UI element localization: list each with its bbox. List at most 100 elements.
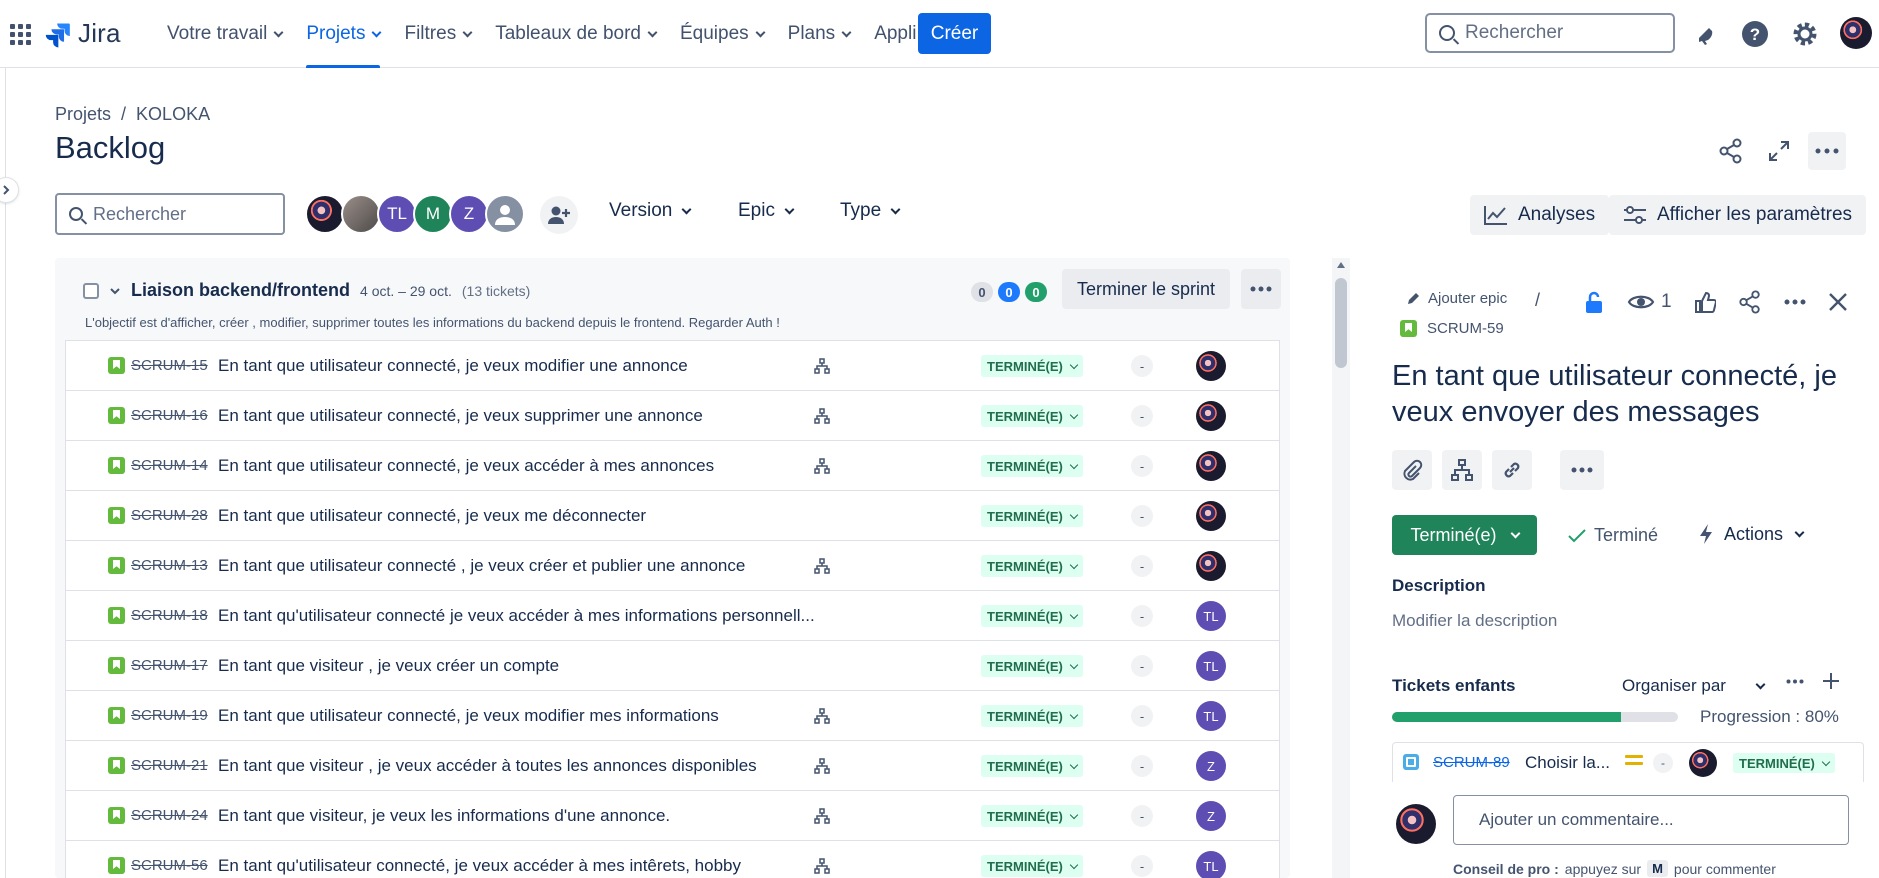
epic-filter[interactable]: Epic [738, 200, 795, 222]
story-points[interactable]: - [1131, 855, 1153, 877]
status-lozenge[interactable]: TERMINÉ(E) [981, 505, 1083, 527]
child-issue-key[interactable]: SCRUM-89 [1433, 754, 1510, 771]
issue-title[interactable]: En tant que utilisateur connecté, je veu… [1392, 358, 1862, 430]
assignee-avatar[interactable]: TL [1196, 701, 1226, 731]
assignee-filter-avatar[interactable] [341, 194, 381, 234]
breadcrumb-project[interactable]: KOLOKA [136, 104, 210, 125]
story-points[interactable]: - [1131, 505, 1153, 527]
expand-sidebar-button[interactable] [0, 178, 18, 202]
global-search[interactable] [1425, 13, 1675, 53]
sprint-select-checkbox[interactable] [83, 282, 99, 299]
table-row[interactable]: SCRUM-18 En tant qu'utilisateur connecté … [66, 591, 1279, 641]
assignee-filter-avatar[interactable] [305, 194, 345, 234]
issue-key-link[interactable]: SCRUM-59 [1400, 320, 1504, 337]
table-row[interactable]: SCRUM-13 En tant que utilisateur connecté… [66, 541, 1279, 591]
issue-key[interactable]: SCRUM-16 [131, 407, 208, 424]
settings-icon[interactable] [1790, 19, 1820, 49]
breadcrumb-projects[interactable]: Projets [55, 104, 111, 125]
notifications-icon[interactable] [1690, 19, 1720, 49]
global-search-input[interactable] [1465, 22, 1655, 44]
more-actions-button[interactable] [1808, 132, 1846, 170]
add-epic-button[interactable]: Ajouter epic [1406, 290, 1507, 307]
table-row[interactable]: SCRUM-14 En tant que utilisateur connecté… [66, 441, 1279, 491]
profile-avatar[interactable] [1840, 17, 1872, 49]
story-points[interactable]: - [1131, 405, 1153, 427]
app-switcher-icon[interactable] [8, 22, 32, 46]
nav-item-2[interactable]: Filtres [392, 0, 483, 68]
chevron-down-icon[interactable] [109, 285, 121, 297]
assignee-avatar[interactable] [1196, 451, 1226, 481]
assignee-avatar[interactable] [1196, 401, 1226, 431]
jira-logo[interactable]: Jira [44, 18, 121, 49]
nav-item-3[interactable]: Tableaux de bord [483, 0, 668, 68]
status-dropdown[interactable]: Terminé(e) [1392, 515, 1537, 555]
watch-button[interactable]: 1 [1627, 291, 1672, 313]
nav-item-0[interactable]: Votre travail [155, 0, 294, 68]
issue-key[interactable]: SCRUM-24 [131, 807, 208, 824]
view-settings-button[interactable]: Afficher les paramètres [1609, 195, 1867, 235]
nav-item-4[interactable]: Équipes [668, 0, 776, 68]
organize-by-dropdown[interactable]: Organiser par [1622, 676, 1766, 696]
thumbs-up-icon[interactable] [1694, 291, 1716, 313]
end-sprint-button[interactable]: Terminer le sprint [1062, 269, 1230, 309]
assignee-avatar[interactable]: Z [1196, 751, 1226, 781]
assignee-avatar[interactable] [1196, 351, 1226, 381]
assignee-avatar[interactable] [1196, 551, 1226, 581]
attach-button[interactable] [1392, 450, 1432, 490]
add-people-button[interactable] [540, 196, 578, 234]
table-row[interactable]: SCRUM-21 En tant que visiteur , je veux a… [66, 741, 1279, 791]
table-row[interactable]: SCRUM-24 En tant que visiteur, je veux le… [66, 791, 1279, 841]
child-issue-row[interactable]: SCRUM-89 Choisir la... - TERMINÉ(E) [1392, 742, 1864, 782]
status-lozenge[interactable]: TERMINÉ(E) [981, 455, 1083, 477]
table-row[interactable]: SCRUM-56 En tant qu'utilisateur connecté,… [66, 841, 1279, 878]
issue-key[interactable]: SCRUM-19 [131, 707, 208, 724]
assignee-filter-avatar[interactable]: Z [449, 194, 489, 234]
status-lozenge[interactable]: TERMINÉ(E) [981, 555, 1083, 577]
actions-dropdown[interactable]: Actions [1698, 523, 1805, 545]
backlog-search-input[interactable] [93, 203, 263, 225]
status-lozenge[interactable]: TERMINÉ(E) [981, 855, 1083, 877]
status-lozenge[interactable]: TERMINÉ(E) [981, 805, 1083, 827]
insights-button[interactable]: Analyses [1470, 195, 1610, 235]
assignee-filter-avatar[interactable] [485, 194, 525, 234]
close-icon[interactable] [1828, 292, 1848, 312]
issue-key[interactable]: SCRUM-15 [131, 357, 208, 374]
assignee-avatar[interactable]: TL [1196, 651, 1226, 681]
table-row[interactable]: SCRUM-17 En tant que visiteur , je veux c… [66, 641, 1279, 691]
share-icon[interactable] [1738, 290, 1762, 314]
backlog-search[interactable] [55, 193, 285, 235]
status-lozenge[interactable]: TERMINÉ(E) [981, 355, 1083, 377]
sprint-more-button[interactable] [1241, 269, 1281, 309]
scroll-thumb[interactable] [1335, 278, 1347, 368]
status-lozenge[interactable]: TERMINÉ(E) [981, 655, 1083, 677]
table-row[interactable]: SCRUM-15 En tant que utilisateur connecté… [66, 341, 1279, 391]
story-points[interactable]: - [1131, 705, 1153, 727]
story-points[interactable]: - [1131, 355, 1153, 377]
create-button[interactable]: Créer [918, 13, 991, 54]
version-filter[interactable]: Version [609, 200, 692, 222]
issue-key[interactable]: SCRUM-28 [131, 507, 208, 524]
issue-key[interactable]: SCRUM-14 [131, 457, 208, 474]
plus-icon[interactable] [1822, 672, 1840, 690]
nav-item-1[interactable]: Projets [294, 0, 392, 68]
backlog-scrollbar[interactable] [1332, 258, 1350, 878]
comment-input[interactable] [1453, 795, 1849, 845]
status-lozenge[interactable]: TERMINÉ(E) [981, 605, 1083, 627]
issue-key[interactable]: SCRUM-21 [131, 757, 208, 774]
table-row[interactable]: SCRUM-19 En tant que utilisateur connecté… [66, 691, 1279, 741]
story-points[interactable]: - [1131, 805, 1153, 827]
assignee-avatar[interactable]: TL [1196, 601, 1226, 631]
story-points[interactable]: - [1131, 605, 1153, 627]
link-issue-button[interactable] [1492, 450, 1532, 490]
more-icon[interactable] [1784, 299, 1806, 305]
assignee-avatar[interactable]: Z [1196, 801, 1226, 831]
description-editor[interactable]: Modifier la description [1392, 611, 1557, 631]
status-lozenge[interactable]: TERMINÉ(E) [981, 705, 1083, 727]
table-row[interactable]: SCRUM-28 En tant que utilisateur connecté… [66, 491, 1279, 541]
fullscreen-button[interactable] [1760, 132, 1798, 170]
share-button[interactable] [1712, 132, 1750, 170]
assignee-filter-avatar[interactable]: M [413, 194, 453, 234]
table-row[interactable]: SCRUM-16 En tant que utilisateur connecté… [66, 391, 1279, 441]
story-points[interactable]: - [1131, 655, 1153, 677]
status-lozenge[interactable]: TERMINÉ(E) [981, 405, 1083, 427]
